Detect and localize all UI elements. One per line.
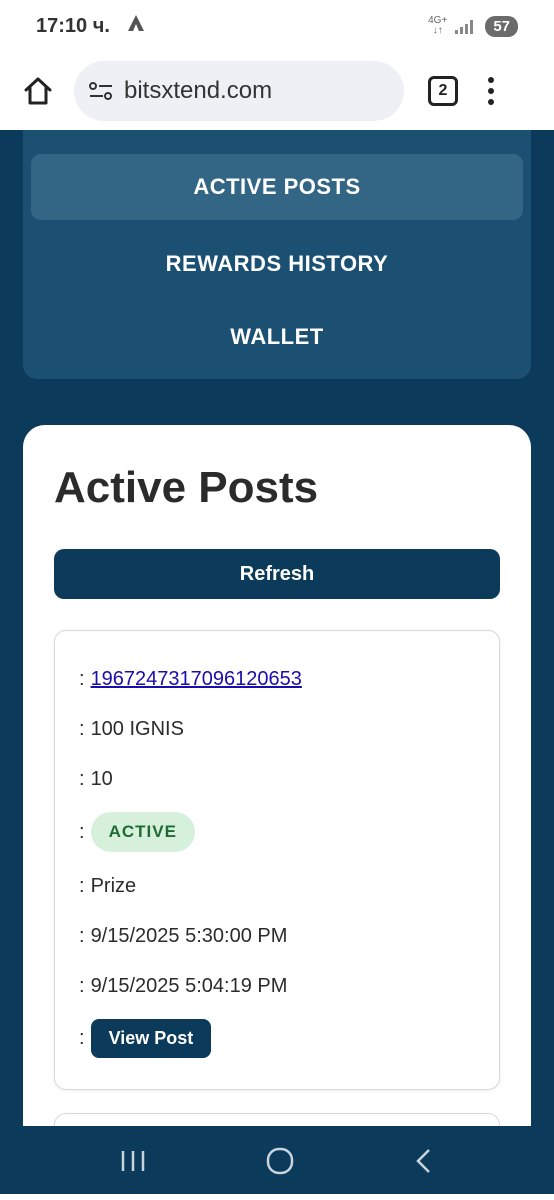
system-nav-bar (0, 1126, 554, 1200)
active-posts-card: Active Posts Refresh : 19672473170961206… (23, 425, 531, 1126)
notification-app-icon (126, 13, 146, 39)
refresh-button[interactable]: Refresh (54, 549, 500, 599)
signal-icon (455, 18, 477, 34)
view-row: : View Post (79, 1018, 212, 1058)
post-card: : 1967247317096120653 : 100 IGNIS : 10 :… (54, 630, 500, 1090)
end-time-value: 9/15/2025 5:30:00 PM (90, 924, 288, 947)
reward-value: 100 IGNIS (90, 717, 184, 740)
nav-item-rewards-history[interactable]: REWARDS HISTORY (31, 231, 523, 297)
end-time-row: : 9/15/2025 5:30:00 PM (79, 924, 288, 947)
count-row: : 10 (79, 767, 113, 790)
tab-switcher-button[interactable]: 2 (428, 76, 458, 106)
nav-item-active-posts[interactable]: ACTIVE POSTS (31, 154, 523, 220)
page-content: ACTIVE POSTS REWARDS HISTORY WALLET Acti… (0, 130, 554, 1126)
post-id-row: : 1967247317096120653 (79, 667, 302, 691)
battery-indicator: 57 (485, 15, 518, 37)
nav-menu: ACTIVE POSTS REWARDS HISTORY WALLET (23, 130, 531, 379)
reward-row: : 100 IGNIS (79, 717, 184, 740)
view-post-button[interactable]: View Post (90, 1018, 212, 1058)
post-id-link[interactable]: 1967247317096120653 (91, 668, 302, 691)
tune-icon[interactable] (88, 80, 114, 102)
post-card (54, 1113, 500, 1126)
status-bar: 17:10 ч. 4G+ ↓↑ 57 (0, 0, 554, 52)
network-type: 4G+ ↓↑ (428, 16, 447, 36)
created-time-value: 9/15/2025 5:04:19 PM (90, 974, 288, 997)
count-value: 10 (90, 767, 113, 790)
url-text: bitsxtend.com (124, 77, 273, 104)
created-time-row: : 9/15/2025 5:04:19 PM (79, 974, 288, 997)
type-row: : Prize (79, 874, 137, 897)
browser-toolbar: bitsxtend.com 2 (0, 52, 554, 130)
page-title: Active Posts (54, 463, 319, 512)
recents-icon[interactable] (118, 1148, 148, 1179)
status-time: 17:10 ч. (36, 14, 110, 37)
status-row: : ACTIVE (79, 812, 195, 852)
data-arrows-icon: ↓↑ (432, 25, 443, 36)
circle-home-icon[interactable] (265, 1146, 295, 1181)
nav-item-wallet[interactable]: WALLET (31, 304, 523, 370)
gesture-strip (0, 1194, 554, 1200)
home-button[interactable] (18, 71, 58, 111)
status-badge: ACTIVE (90, 812, 195, 852)
home-icon (24, 77, 52, 105)
more-vert-icon[interactable] (488, 77, 494, 105)
back-icon[interactable] (412, 1147, 436, 1180)
type-value: Prize (90, 874, 137, 897)
address-bar[interactable]: bitsxtend.com (74, 61, 404, 121)
